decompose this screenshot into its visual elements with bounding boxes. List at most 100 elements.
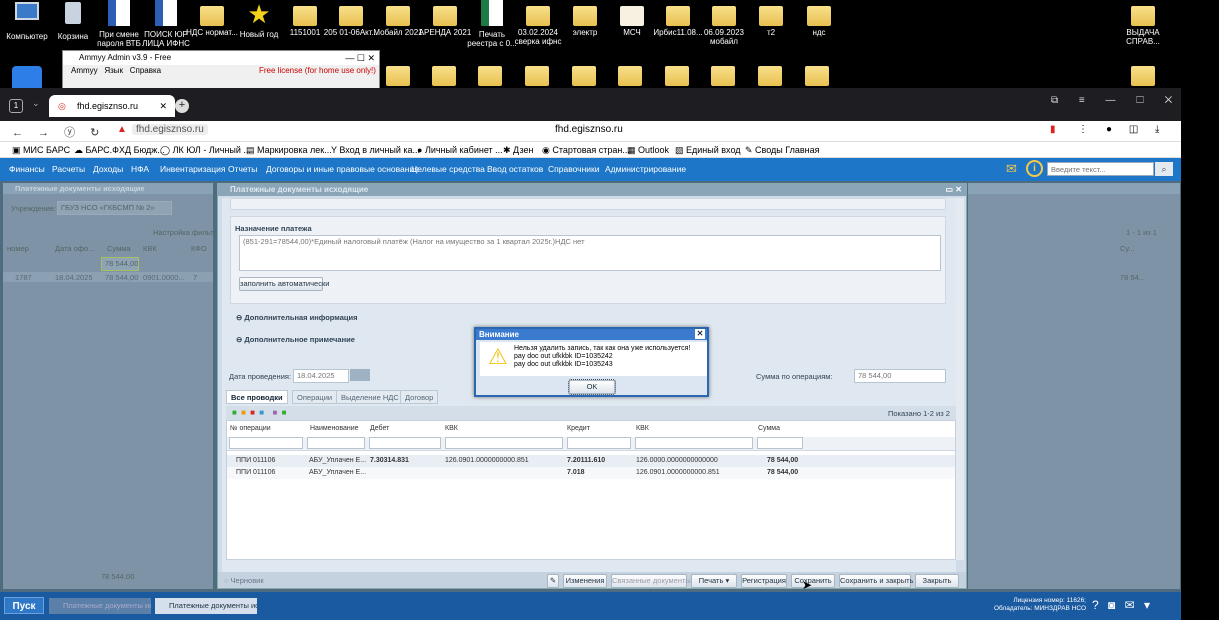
save-button[interactable]: Сохранить — [791, 574, 835, 588]
filter-input[interactable] — [567, 437, 631, 449]
folder-icon[interactable] — [618, 66, 642, 86]
nav-admin[interactable]: Администрирование — [605, 158, 686, 181]
nav-reports[interactable]: Отчеты — [228, 158, 257, 181]
institution-field[interactable]: ГБУЗ НСО «ГКБСМП № 2» — [57, 201, 172, 215]
bookmark-item[interactable]: ▣ МИС БАРС — [12, 142, 70, 158]
tab-count-icon[interactable]: 1 — [9, 99, 23, 113]
folder-icon[interactable] — [805, 66, 829, 86]
url-text[interactable]: fhd.egisznso.ru — [555, 124, 623, 135]
bookmark-icon[interactable]: ▮ — [1050, 124, 1056, 135]
nav-nfa[interactable]: НФА — [131, 158, 149, 181]
folder-icon[interactable] — [1131, 66, 1155, 86]
ammyy-window[interactable]: Ammyy Admin v3.9 - Free — ☐ ✕ Ammyy Язык… — [62, 50, 380, 90]
edit-icon[interactable]: ✎ — [547, 574, 559, 588]
folder-icon[interactable] — [665, 66, 689, 86]
save-close-button[interactable]: Сохранить и закрыть — [839, 574, 913, 588]
extra-note-toggle[interactable]: ⊖ Дополнительное примечание — [236, 335, 355, 344]
tab-all-entries[interactable]: Все проводки — [226, 390, 288, 404]
close-icon[interactable]: ✕ — [695, 329, 705, 339]
taskbar-item[interactable]: Платежные документы ис... — [49, 598, 151, 614]
changes-button[interactable]: Изменения — [563, 574, 607, 588]
table-row[interactable]: ППИ 011106 АБУ_Уплачен Е... 7.018 126.09… — [227, 467, 955, 479]
menu-help[interactable]: Справка — [130, 66, 161, 75]
ok-button[interactable]: OK — [568, 379, 616, 395]
filter-input[interactable] — [369, 437, 441, 449]
register-button[interactable]: Регистрация — [741, 574, 787, 588]
folder-icon — [433, 6, 457, 26]
scrollbar[interactable] — [956, 198, 964, 560]
bookmark-item[interactable]: ◉ Стартовая стран... — [542, 142, 630, 158]
nav-buttons[interactable]: ← → ⓨ ↻ — [12, 124, 99, 140]
tab-operations[interactable]: Операции — [292, 390, 338, 404]
grid-toolbar-icons[interactable]: ■ ■ ■ ■ ■ ■ — [232, 408, 286, 417]
nav-target-funds[interactable]: Целевые средства — [411, 158, 485, 181]
start-button[interactable]: Пуск — [4, 597, 44, 614]
filter-input[interactable] — [445, 437, 563, 449]
nav-contracts[interactable]: Договоры и иные правовые основания — [266, 158, 419, 181]
bookmark-item[interactable]: ▧ Единый вход — [675, 142, 741, 158]
fill-auto-button[interactable]: заполнить автоматически — [239, 277, 329, 291]
tab-vat[interactable]: Выделение НДС — [336, 390, 404, 404]
bookmark-item[interactable]: Y Вход в личный ка... — [331, 142, 420, 158]
nav-inventory[interactable]: Инвентаризация — [160, 158, 226, 181]
bookmark-item[interactable]: ● Личный кабинет ... — [417, 142, 503, 158]
chevron-down-icon[interactable]: ⌄ — [32, 98, 40, 109]
sum-field[interactable]: 78 544,00 — [854, 369, 946, 383]
info-icon[interactable]: i — [1026, 160, 1043, 177]
filter-input[interactable] — [229, 437, 303, 449]
folder-icon[interactable] — [386, 66, 410, 86]
search-input[interactable] — [1047, 162, 1154, 176]
taskbar-item[interactable]: Платежные документы ис... — [155, 598, 257, 614]
desktop-icon-folder[interactable]: ндс — [790, 0, 848, 37]
folder-icon[interactable] — [758, 66, 782, 86]
folder-icon[interactable] — [432, 66, 456, 86]
folder-icon[interactable] — [525, 66, 549, 86]
menu-ammyy[interactable]: Ammyy — [71, 66, 98, 75]
tab-contract[interactable]: Договор — [400, 390, 439, 404]
bookmark-item[interactable]: ☁ БАРС.ФХД Бюдж... — [74, 142, 165, 158]
window-controls[interactable]: — ☐ ✕ — [345, 51, 375, 65]
print-button[interactable]: Печать ▾ — [691, 574, 737, 588]
bookmark-item[interactable]: ▦ Outlook — [627, 142, 669, 158]
table-row[interactable]: 1787 18.04.2025 78 544,00 0901.0000... 7 — [3, 272, 213, 282]
bookmark-item[interactable]: ▤ Маркировка лек... — [246, 142, 332, 158]
filter-input[interactable] — [635, 437, 753, 449]
bookmark-item[interactable]: ✎ Своды Главная — [745, 142, 820, 158]
close-button[interactable]: Закрыть — [915, 574, 959, 588]
nav-directories[interactable]: Справочники — [548, 158, 600, 181]
new-tab-icon[interactable]: + — [175, 99, 189, 113]
folder-icon — [573, 6, 597, 26]
grid-toolbar: ■ ■ ■ ■ ■ ■ Показано 1-2 из 2 — [226, 406, 956, 420]
nav-finance[interactable]: Финансы — [9, 158, 45, 181]
close-tab-icon[interactable]: ✕ — [159, 95, 167, 117]
filter-input[interactable] — [307, 437, 365, 449]
search-icon[interactable]: ⌕ — [1155, 162, 1173, 176]
window-controls[interactable]: ⧉ ≡ — ☐ ✕ — [1051, 95, 1172, 106]
date-field[interactable]: 18.04.2025 — [293, 369, 349, 383]
address-chip[interactable]: fhd.egisznso.ru — [132, 124, 208, 135]
nav-balances[interactable]: Ввод остатков — [487, 158, 543, 181]
table-row[interactable]: ППИ 011106 АБУ_Уплачен Е... 7.30314.831 … — [227, 455, 955, 467]
folder-icon[interactable] — [572, 66, 596, 86]
folder-icon[interactable] — [478, 66, 502, 86]
menu-language[interactable]: Язык — [104, 66, 123, 75]
desktop-icon-folder[interactable]: ВЫДАЧА СПРАВ... — [1114, 0, 1172, 46]
mail-icon[interactable]: ✉ — [1006, 161, 1017, 177]
extra-info-toggle[interactable]: ⊖ Дополнительная информация — [236, 313, 358, 322]
purpose-textarea[interactable]: (851-291=78544,00)*Единый налоговый плат… — [239, 235, 941, 271]
bookmark-item[interactable]: ✱ Дзен — [503, 142, 533, 158]
menu-dots-icon[interactable]: ⋮ — [1078, 124, 1088, 135]
nav-settlements[interactable]: Расчеты — [52, 158, 85, 181]
nav-income[interactable]: Доходы — [93, 158, 123, 181]
tab-active[interactable]: ◎ fhd.egisznso.ru ✕ — [49, 95, 175, 117]
browser-extension-icons[interactable]: ● ◫ ⤓ — [1106, 124, 1159, 135]
filter-settings-link[interactable]: Настройка фильтр... — [153, 228, 224, 237]
window-controls[interactable]: ▭ ✕ — [946, 184, 962, 196]
bookmark-item[interactable]: ◯ ЛК ЮЛ - Личный ... — [160, 142, 251, 158]
taskbar-icons[interactable]: ? ◙ ✉ ▾ — [1092, 598, 1150, 612]
col-header: КВК — [636, 425, 649, 432]
calendar-icon[interactable] — [350, 369, 370, 381]
filter-input[interactable] — [757, 437, 803, 449]
folder-icon[interactable] — [711, 66, 735, 86]
filter-sum[interactable]: 78 544,00 — [101, 257, 139, 271]
